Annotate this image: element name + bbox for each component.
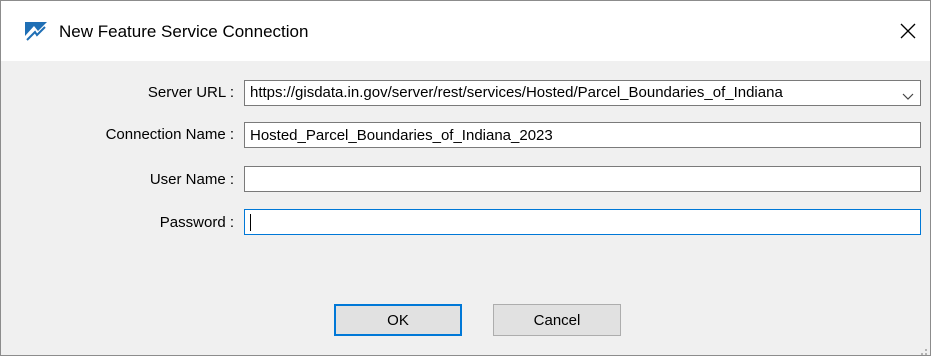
server-url-label: Server URL :	[147, 84, 234, 101]
server-url-dropdown[interactable]: https://gisdata.in.gov/server/rest/servi…	[244, 80, 921, 106]
ok-button[interactable]: OK	[334, 304, 462, 336]
connection-name-label: Connection Name :	[105, 126, 234, 143]
connection-name-input[interactable]	[244, 122, 921, 148]
new-feature-service-connection-dialog: New Feature Service Connection Server UR…	[0, 0, 931, 356]
text-caret	[250, 214, 251, 231]
user-name-input[interactable]	[244, 166, 921, 192]
title-bar: New Feature Service Connection	[1, 1, 930, 61]
password-label: Password :	[159, 214, 234, 231]
resize-grip-icon[interactable]	[918, 343, 928, 355]
chevron-down-icon	[902, 89, 914, 100]
close-button[interactable]	[886, 9, 930, 53]
user-name-label: User Name :	[149, 171, 234, 188]
close-icon	[900, 23, 916, 39]
window-title: New Feature Service Connection	[59, 22, 309, 41]
password-input[interactable]	[244, 209, 921, 235]
server-url-value: https://gisdata.in.gov/server/rest/servi…	[250, 84, 783, 101]
arcgis-pro-icon	[25, 22, 47, 42]
cancel-button[interactable]: Cancel	[493, 304, 621, 336]
